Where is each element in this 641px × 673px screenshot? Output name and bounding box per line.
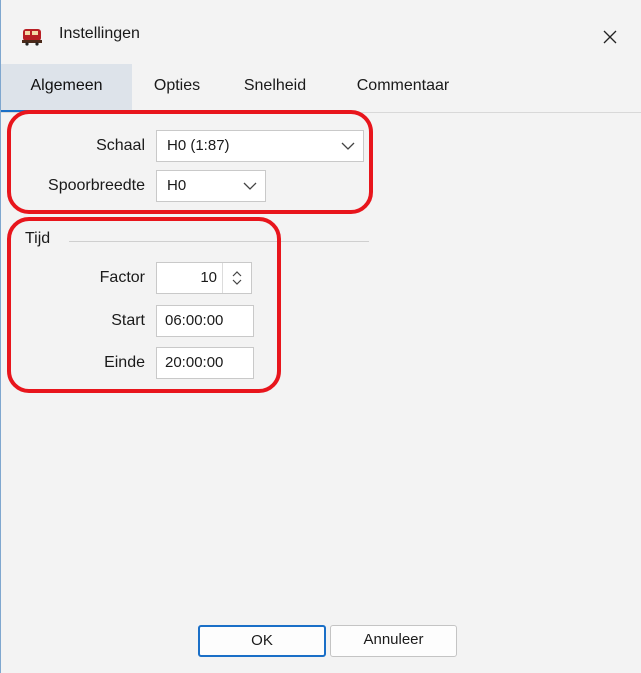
chevron-down-icon	[341, 142, 355, 150]
time-group-label: Tijd	[25, 230, 51, 247]
tab-commentaar[interactable]: Commentaar	[333, 64, 473, 110]
scale-value: H0 (1:87)	[167, 137, 230, 154]
gauge-dropdown[interactable]: H0	[156, 170, 266, 202]
start-time-field[interactable]: 06:00:00	[156, 305, 254, 337]
tab-opties[interactable]: Opties	[137, 64, 217, 110]
updown-arrows-icon	[232, 271, 242, 285]
title-bar: Instellingen	[1, 0, 641, 64]
close-icon	[603, 30, 617, 44]
tab-algemeen[interactable]: Algemeen	[1, 64, 132, 112]
factor-spinner[interactable]	[222, 263, 251, 293]
settings-dialog: Instellingen Algemeen Opties Snelheid Co…	[0, 0, 641, 673]
tab-snelheid[interactable]: Snelheid	[227, 64, 323, 110]
chevron-down-icon	[243, 182, 257, 190]
start-label: Start	[111, 312, 145, 329]
train-icon	[22, 29, 42, 46]
factor-spinbox[interactable]: 10	[156, 262, 252, 294]
scale-dropdown[interactable]: H0 (1:87)	[156, 130, 364, 162]
end-time-field[interactable]: 20:00:00	[156, 347, 254, 379]
time-group-divider	[69, 241, 369, 242]
end-time-value: 20:00:00	[165, 354, 224, 371]
factor-value: 10	[200, 269, 217, 286]
gauge-value: H0	[167, 177, 187, 194]
tab-bar: Algemeen Opties Snelheid Commentaar	[1, 64, 641, 112]
end-label: Einde	[104, 354, 145, 371]
window-title: Instellingen	[59, 25, 140, 42]
scale-label: Schaal	[96, 137, 145, 154]
factor-label: Factor	[99, 269, 145, 286]
start-time-value: 06:00:00	[165, 312, 224, 329]
ok-button[interactable]: OK	[198, 625, 326, 657]
tab-divider	[1, 112, 641, 113]
gauge-label: Spoorbreedte	[48, 177, 145, 194]
cancel-button[interactable]: Annuleer	[330, 625, 457, 657]
close-button[interactable]	[593, 20, 627, 54]
